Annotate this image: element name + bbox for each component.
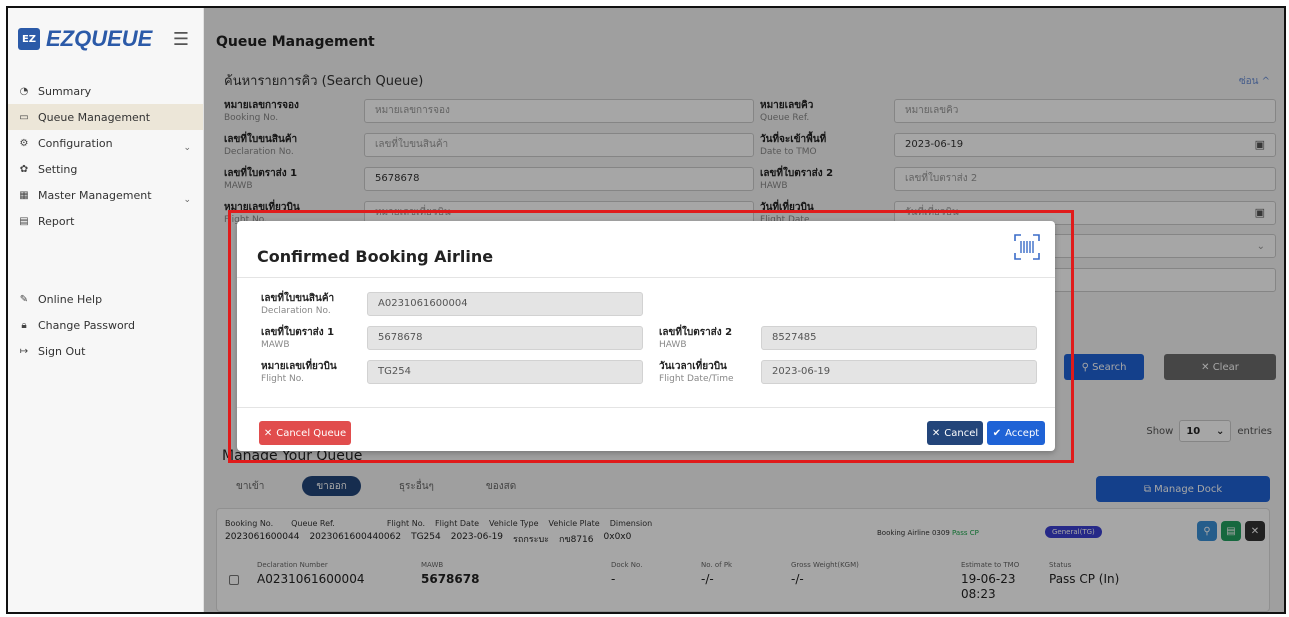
pen-icon: ✎ — [19, 293, 29, 305]
sidebar-item-label: Sign Out — [38, 344, 86, 358]
app-window: EZ EZQUEUE ☰ ◔ Summary ▭ Queue Managemen… — [6, 6, 1286, 614]
sidebar-item-label: Queue Management — [38, 110, 151, 124]
field-label-en: HAWB — [659, 340, 687, 350]
logo: EZ EZQUEUE ☰ — [8, 8, 203, 70]
queue-icon: ▭ — [19, 111, 29, 123]
sidebar-item-queue-management[interactable]: ▭ Queue Management — [8, 104, 203, 130]
mawb-field: 5678678 — [367, 325, 643, 350]
hamburger-icon[interactable]: ☰ — [173, 29, 189, 50]
sidebar-item-sign-out[interactable]: ↦ Sign Out — [8, 338, 203, 364]
field-label: หมายเลขเที่ยวบิน — [261, 361, 337, 372]
field-label: เลขที่ใบขนสินค้า — [261, 293, 335, 304]
field-label: เลขที่ใบตราส่ง 1 — [261, 327, 335, 338]
sidebar-item-label: Master Management — [38, 188, 152, 202]
sidebar-item-label: Online Help — [38, 292, 103, 306]
barcode-scan-icon[interactable] — [1013, 233, 1041, 261]
logo-badge: EZ — [18, 28, 40, 50]
close-icon: ✕ — [931, 427, 941, 439]
modal-divider — [237, 277, 1055, 278]
field-label-en: MAWB — [261, 340, 290, 350]
modal-flight-no-row: หมายเลขเที่ยวบิน Flight No. TG254 — [261, 359, 643, 384]
modal-flight-datetime-row: วันเวลาเที่ยวบิน Flight Date/Time 2023-0… — [659, 359, 1037, 384]
modal-mawb-row: เลขที่ใบตราส่ง 1 MAWB 5678678 — [261, 325, 643, 350]
cancel-label: Cancel — [944, 427, 979, 439]
sidebar-item-label: Setting — [38, 162, 78, 176]
field-label: วันเวลาเที่ยวบิน — [659, 361, 727, 372]
report-icon: ▤ — [19, 215, 29, 227]
dashboard-icon: ◔ — [19, 85, 29, 97]
hawb-field: 8527485 — [761, 325, 1037, 350]
logo-text: EZQUEUE — [46, 26, 153, 51]
sidebar-item-label: Change Password — [38, 318, 135, 332]
check-icon: ✔ — [992, 427, 1002, 439]
modal-title: Confirmed Booking Airline — [257, 247, 494, 266]
accept-label: Accept — [1005, 427, 1040, 439]
sidebar-item-online-help[interactable]: ✎ Online Help — [8, 286, 203, 312]
sidebar: EZ EZQUEUE ☰ ◔ Summary ▭ Queue Managemen… — [8, 8, 204, 612]
table-icon: ▦ — [19, 189, 29, 201]
sidebar-item-label: Summary — [38, 84, 92, 98]
gear-icon: ✿ — [19, 163, 29, 175]
field-label-en: Flight Date/Time — [659, 374, 734, 384]
flight-no-field: TG254 — [367, 359, 643, 384]
config-icon: ⚙ — [19, 137, 29, 149]
cancel-button[interactable]: ✕ Cancel — [927, 421, 983, 445]
sidebar-item-label: Configuration — [38, 136, 113, 150]
confirm-booking-modal: Confirmed Booking Airline เลขที่ใบขนสินค… — [237, 221, 1055, 451]
sidebar-item-report[interactable]: ▤ Report — [8, 208, 203, 234]
declaration-no-field: A0231061600004 — [367, 291, 643, 316]
sidebar-item-configuration[interactable]: ⚙ Configuration ⌄ — [8, 130, 203, 156]
accept-button[interactable]: ✔ Accept — [987, 421, 1045, 445]
lock-icon: 🔒︎ — [21, 319, 27, 331]
flight-datetime-field: 2023-06-19 — [761, 359, 1037, 384]
sidebar-item-master-management[interactable]: ▦ Master Management ⌄ — [8, 182, 203, 208]
sidebar-item-label: Report — [38, 214, 75, 228]
field-label: เลขที่ใบตราส่ง 2 — [659, 327, 733, 338]
field-label-en: Declaration No. — [261, 306, 331, 316]
sidebar-item-summary[interactable]: ◔ Summary — [8, 78, 203, 104]
cancel-queue-label: Cancel Queue — [276, 427, 347, 439]
sidebar-item-setting[interactable]: ✿ Setting — [8, 156, 203, 182]
field-label-en: Flight No. — [261, 374, 304, 384]
modal-hawb-row: เลขที่ใบตราส่ง 2 HAWB 8527485 — [659, 325, 1037, 350]
chevron-down-icon: ⌄ — [183, 143, 191, 153]
cancel-queue-button[interactable]: ✕ Cancel Queue — [259, 421, 351, 445]
sidebar-item-change-password[interactable]: 🔒︎ Change Password — [8, 312, 203, 338]
close-icon: ✕ — [263, 427, 273, 439]
modal-declaration-row: เลขที่ใบขนสินค้า Declaration No. A023106… — [261, 291, 643, 316]
modal-divider — [237, 407, 1055, 408]
chevron-down-icon: ⌄ — [183, 195, 191, 205]
sign-out-icon: ↦ — [19, 345, 29, 357]
